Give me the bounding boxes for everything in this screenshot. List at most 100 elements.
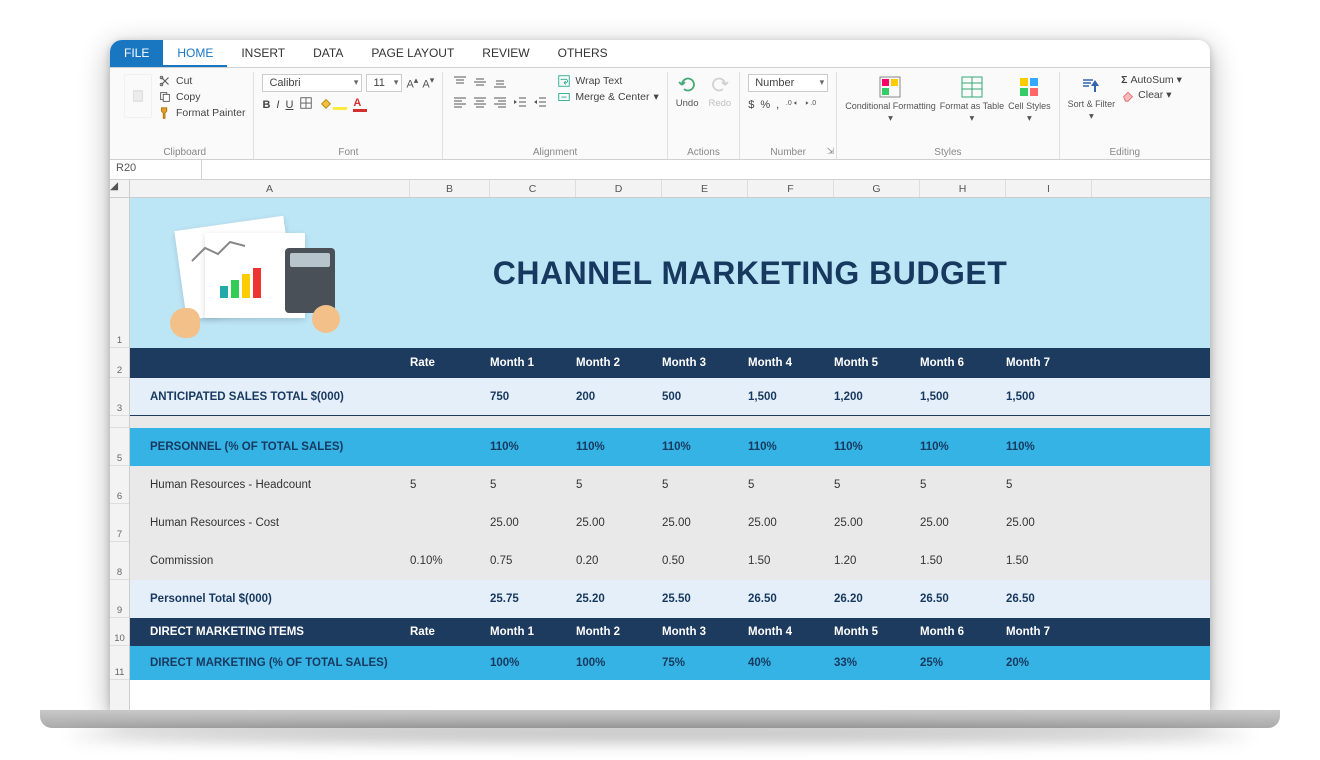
- hand-icon: [170, 308, 200, 338]
- sort-filter-button[interactable]: Sort & Filter ▾: [1068, 74, 1116, 122]
- row-hr-cost[interactable]: Human Resources - Cost 25.00 25.00 25.00…: [130, 504, 1210, 542]
- border-button[interactable]: [299, 96, 313, 113]
- align-left-button[interactable]: [451, 94, 469, 110]
- sheet-cells[interactable]: CHANNEL MARKETING BUDGET Rate Month 1 Mo…: [130, 198, 1210, 710]
- tab-review[interactable]: REVIEW: [468, 40, 543, 67]
- decrease-decimal-button[interactable]: .0: [805, 96, 819, 113]
- row-4[interactable]: [110, 416, 129, 428]
- conditional-formatting-button[interactable]: Conditional Formatting ▾: [845, 74, 936, 124]
- autosum-button[interactable]: Σ AutoSum ▾: [1121, 74, 1182, 86]
- indent-dec-button[interactable]: [511, 94, 529, 110]
- app-window: FILE HOME INSERT DATA PAGE LAYOUT REVIEW…: [110, 40, 1210, 710]
- row-7[interactable]: 7: [110, 504, 129, 542]
- name-box[interactable]: R20: [110, 160, 202, 179]
- comma-button[interactable]: ,: [776, 99, 779, 111]
- tab-others[interactable]: OTHERS: [544, 40, 622, 67]
- select-all-corner[interactable]: ◢: [110, 180, 130, 197]
- align-top-icon: [453, 76, 467, 88]
- fill-color-button[interactable]: [319, 96, 347, 113]
- formula-input[interactable]: [202, 160, 1210, 179]
- col-B[interactable]: B: [410, 180, 490, 197]
- increase-decimal-button[interactable]: .0: [785, 96, 799, 113]
- cut-button[interactable]: Cut: [158, 74, 245, 88]
- indent-inc-icon: [533, 96, 547, 108]
- row-commission[interactable]: Commission 0.10% 0.75 0.20 0.50 1.50 1.2…: [130, 542, 1210, 580]
- format-painter-button[interactable]: Format Painter: [158, 106, 245, 120]
- calculator-icon: [285, 248, 335, 313]
- col-F[interactable]: F: [748, 180, 834, 197]
- col-E[interactable]: E: [662, 180, 748, 197]
- align-right-button[interactable]: [491, 94, 509, 110]
- row-anticipated[interactable]: ANTICIPATED SALES TOTAL $(000) 750 200 5…: [130, 378, 1210, 416]
- copy-button[interactable]: Copy: [158, 90, 245, 104]
- bold-button[interactable]: B: [262, 99, 270, 111]
- font-family-select[interactable]: Calibri: [262, 74, 362, 92]
- row-direct-items[interactable]: DIRECT MARKETING ITEMS Rate Month 1 Mont…: [130, 618, 1210, 646]
- menu-tabs: FILE HOME INSERT DATA PAGE LAYOUT REVIEW…: [110, 40, 1210, 68]
- col-C[interactable]: C: [490, 180, 576, 197]
- blank-row: [130, 416, 1210, 428]
- font-color-button[interactable]: A: [353, 97, 367, 112]
- clear-button[interactable]: Clear ▾: [1121, 88, 1182, 102]
- currency-button[interactable]: $: [748, 99, 754, 111]
- col-I[interactable]: I: [1006, 180, 1092, 197]
- title-illustration: [150, 208, 350, 338]
- align-bottom-button[interactable]: [491, 74, 509, 90]
- row-11[interactable]: 11: [110, 646, 129, 680]
- undo-button[interactable]: Undo: [676, 74, 699, 109]
- bucket-icon: [319, 96, 333, 110]
- row-5[interactable]: 5: [110, 428, 129, 466]
- redo-button[interactable]: Redo: [708, 74, 731, 109]
- row-8[interactable]: 8: [110, 542, 129, 580]
- align-center-icon: [473, 96, 487, 108]
- tab-data[interactable]: DATA: [299, 40, 357, 67]
- row-direct-pct[interactable]: DIRECT MARKETING (% OF TOTAL SALES) 100%…: [130, 646, 1210, 680]
- number-dialog-launcher[interactable]: ⇲: [827, 146, 835, 157]
- row-6[interactable]: 6: [110, 466, 129, 504]
- italic-button[interactable]: I: [276, 99, 279, 111]
- decrease-font-button[interactable]: A▾: [422, 75, 434, 91]
- font-size-select[interactable]: 11: [366, 74, 402, 92]
- formula-bar: R20: [110, 160, 1210, 180]
- row-personnel-pct[interactable]: PERSONNEL (% OF TOTAL SALES) 110% 110% 1…: [130, 428, 1210, 466]
- ribbon: Cut Copy Format Painter Clipboard Calibr…: [110, 68, 1210, 160]
- cell-styles-button[interactable]: Cell Styles ▾: [1008, 74, 1051, 124]
- table-icon: [959, 74, 985, 100]
- align-top-button[interactable]: [451, 74, 469, 90]
- tab-page-layout[interactable]: PAGE LAYOUT: [357, 40, 468, 67]
- header-row: Rate Month 1 Month 2 Month 3 Month 4 Mon…: [130, 348, 1210, 378]
- col-D[interactable]: D: [576, 180, 662, 197]
- col-H[interactable]: H: [920, 180, 1006, 197]
- wrap-text-button[interactable]: Wrap Text: [557, 74, 658, 88]
- row-hr-headcount[interactable]: Human Resources - Headcount 5 5 5 5 5 5 …: [130, 466, 1210, 504]
- tab-home[interactable]: HOME: [163, 40, 227, 67]
- row-10[interactable]: 10: [110, 618, 129, 646]
- group-editing: Sort & Filter ▾ Σ AutoSum ▾ Clear ▾ Edit…: [1060, 72, 1190, 159]
- indent-inc-button[interactable]: [531, 94, 549, 110]
- merge-center-button[interactable]: Merge & Center ▾: [557, 90, 658, 104]
- indent-dec-icon: [513, 96, 527, 108]
- underline-button[interactable]: U: [285, 99, 293, 111]
- row-9[interactable]: 9: [110, 580, 129, 618]
- tab-file[interactable]: FILE: [110, 40, 163, 67]
- row-1[interactable]: 1: [110, 198, 129, 348]
- number-format-select[interactable]: Number: [748, 74, 828, 92]
- paste-button[interactable]: [124, 74, 152, 118]
- column-headers: ◢ A B C D E F G H I: [110, 180, 1210, 198]
- row-personnel-total[interactable]: Personnel Total $(000) 25.75 25.20 25.50…: [130, 580, 1210, 618]
- align-center-button[interactable]: [471, 94, 489, 110]
- col-A[interactable]: A: [130, 180, 410, 197]
- align-middle-button[interactable]: [471, 74, 489, 90]
- increase-font-button[interactable]: A▴: [406, 75, 418, 91]
- align-bottom-icon: [493, 76, 507, 88]
- row-3[interactable]: 3: [110, 378, 129, 416]
- col-G[interactable]: G: [834, 180, 920, 197]
- format-table-button[interactable]: Format as Table ▾: [940, 74, 1004, 124]
- percent-button[interactable]: %: [760, 99, 770, 111]
- group-label-clipboard: Clipboard: [116, 147, 253, 158]
- sheet-area: 1 2 3 5 6 7 8 9 10 11: [110, 198, 1210, 710]
- chart-bars-icon: [220, 268, 261, 298]
- group-label-editing: Editing: [1060, 147, 1190, 158]
- tab-insert[interactable]: INSERT: [227, 40, 299, 67]
- row-2[interactable]: 2: [110, 348, 129, 378]
